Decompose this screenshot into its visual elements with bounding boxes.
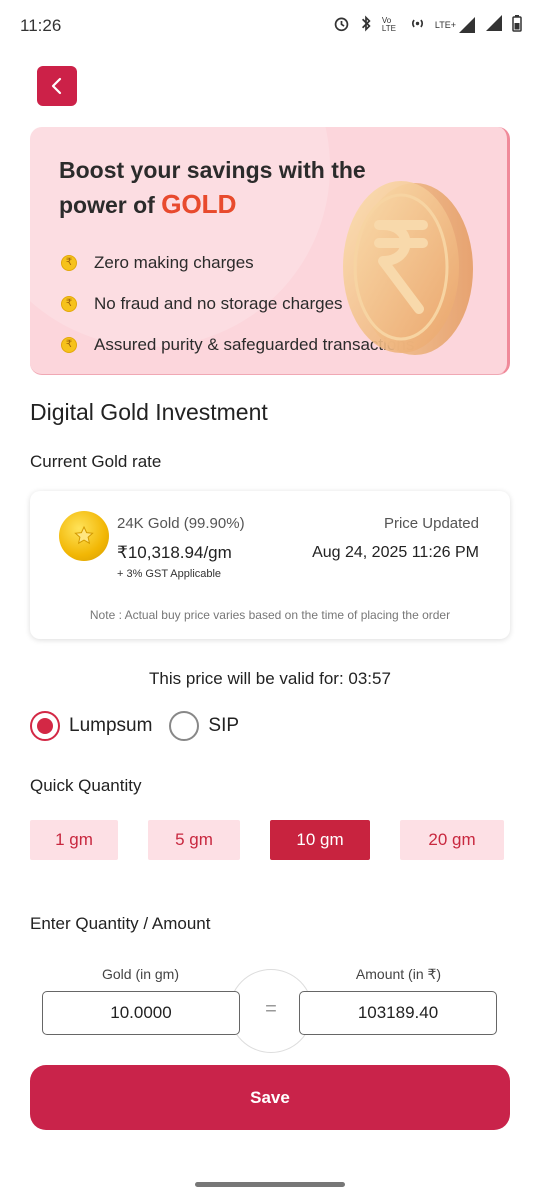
price-validity-timer: This price will be valid for: 03:57 [149, 669, 391, 688]
rupee-coin-icon: ₹ [61, 254, 77, 271]
price-updated-label: Price Updated [383, 515, 479, 532]
page-title: Digital Gold Investment [30, 399, 268, 425]
bluetooth-icon [359, 14, 373, 35]
banner-title-line1: Boost your savings with the [59, 157, 366, 183]
lte-label: LTE+ [434, 19, 456, 30]
quick-quantity-chip-20gm[interactable]: 20 gm [400, 820, 504, 860]
gold-type: 24K Gold (99.90%) [117, 515, 245, 532]
banner-title-line2: power of [59, 192, 155, 218]
gold-price: ₹10,318.94/gm [117, 543, 232, 562]
rupee-coin-icon: ₹ [61, 336, 77, 353]
quick-quantity-chip-5gm[interactable]: 5 gm [148, 820, 240, 860]
banner-feature-text: No fraud and no storage charges [94, 293, 343, 313]
quick-quantity-chip-1gm[interactable]: 1 gm [30, 820, 118, 860]
sip-radio[interactable] [169, 711, 200, 741]
back-button[interactable] [37, 66, 77, 106]
gold-gm-label: Gold (in gm) [101, 966, 180, 982]
rate-section-title: Current Gold rate [30, 452, 162, 471]
rate-note: Note : Actual buy price varies based on … [89, 608, 451, 622]
sip-label[interactable]: SIP [208, 715, 239, 737]
lumpsum-label[interactable]: Lumpsum [69, 715, 152, 737]
amount-label: Amount (in ₹) [355, 966, 442, 982]
hotspot-icon [409, 15, 426, 35]
status-bar: 11:26 Vo LTE LTE+ [0, 0, 540, 52]
price-updated-date: Aug 24, 2025 11:26 PM [312, 544, 479, 561]
lte-signal-icon: LTE+ [435, 16, 476, 34]
amount-input[interactable] [299, 991, 497, 1035]
volte-icon: Vo LTE [381, 15, 396, 33]
rupee-coin-icon: ₹ [61, 295, 77, 312]
promo-banner: Boost your savings with the power of GOL… [30, 127, 510, 375]
quick-quantity-title: Quick Quantity [30, 776, 142, 795]
quick-quantity-chip-10gm[interactable]: 10 gm [270, 820, 370, 860]
save-button[interactable]: Save [30, 1065, 510, 1130]
gold-rate-card: 24K Gold (99.90%) ₹10,318.94/gm + 3% GST… [30, 491, 510, 639]
gold-coin-icon [59, 511, 109, 561]
signal-icon [485, 14, 503, 35]
entry-title: Enter Quantity / Amount [30, 914, 211, 933]
lumpsum-radio[interactable] [30, 711, 60, 741]
plan-type-selector: Lumpsum SIP [30, 711, 256, 741]
gold-coin-illustration [343, 181, 473, 355]
battery-icon [512, 14, 522, 35]
gst-note: + 3% GST Applicable [117, 568, 222, 580]
banner-title-highlight: GOLD [161, 189, 237, 219]
gold-quantity-input[interactable] [42, 991, 240, 1035]
chevron-left-icon [51, 77, 62, 95]
banner-feature-text: Zero making charges [94, 252, 254, 272]
alarm-icon [333, 15, 350, 35]
status-time: 11:26 [20, 16, 62, 35]
status-icons: Vo LTE LTE+ [333, 14, 522, 35]
home-indicator[interactable] [195, 1182, 345, 1187]
